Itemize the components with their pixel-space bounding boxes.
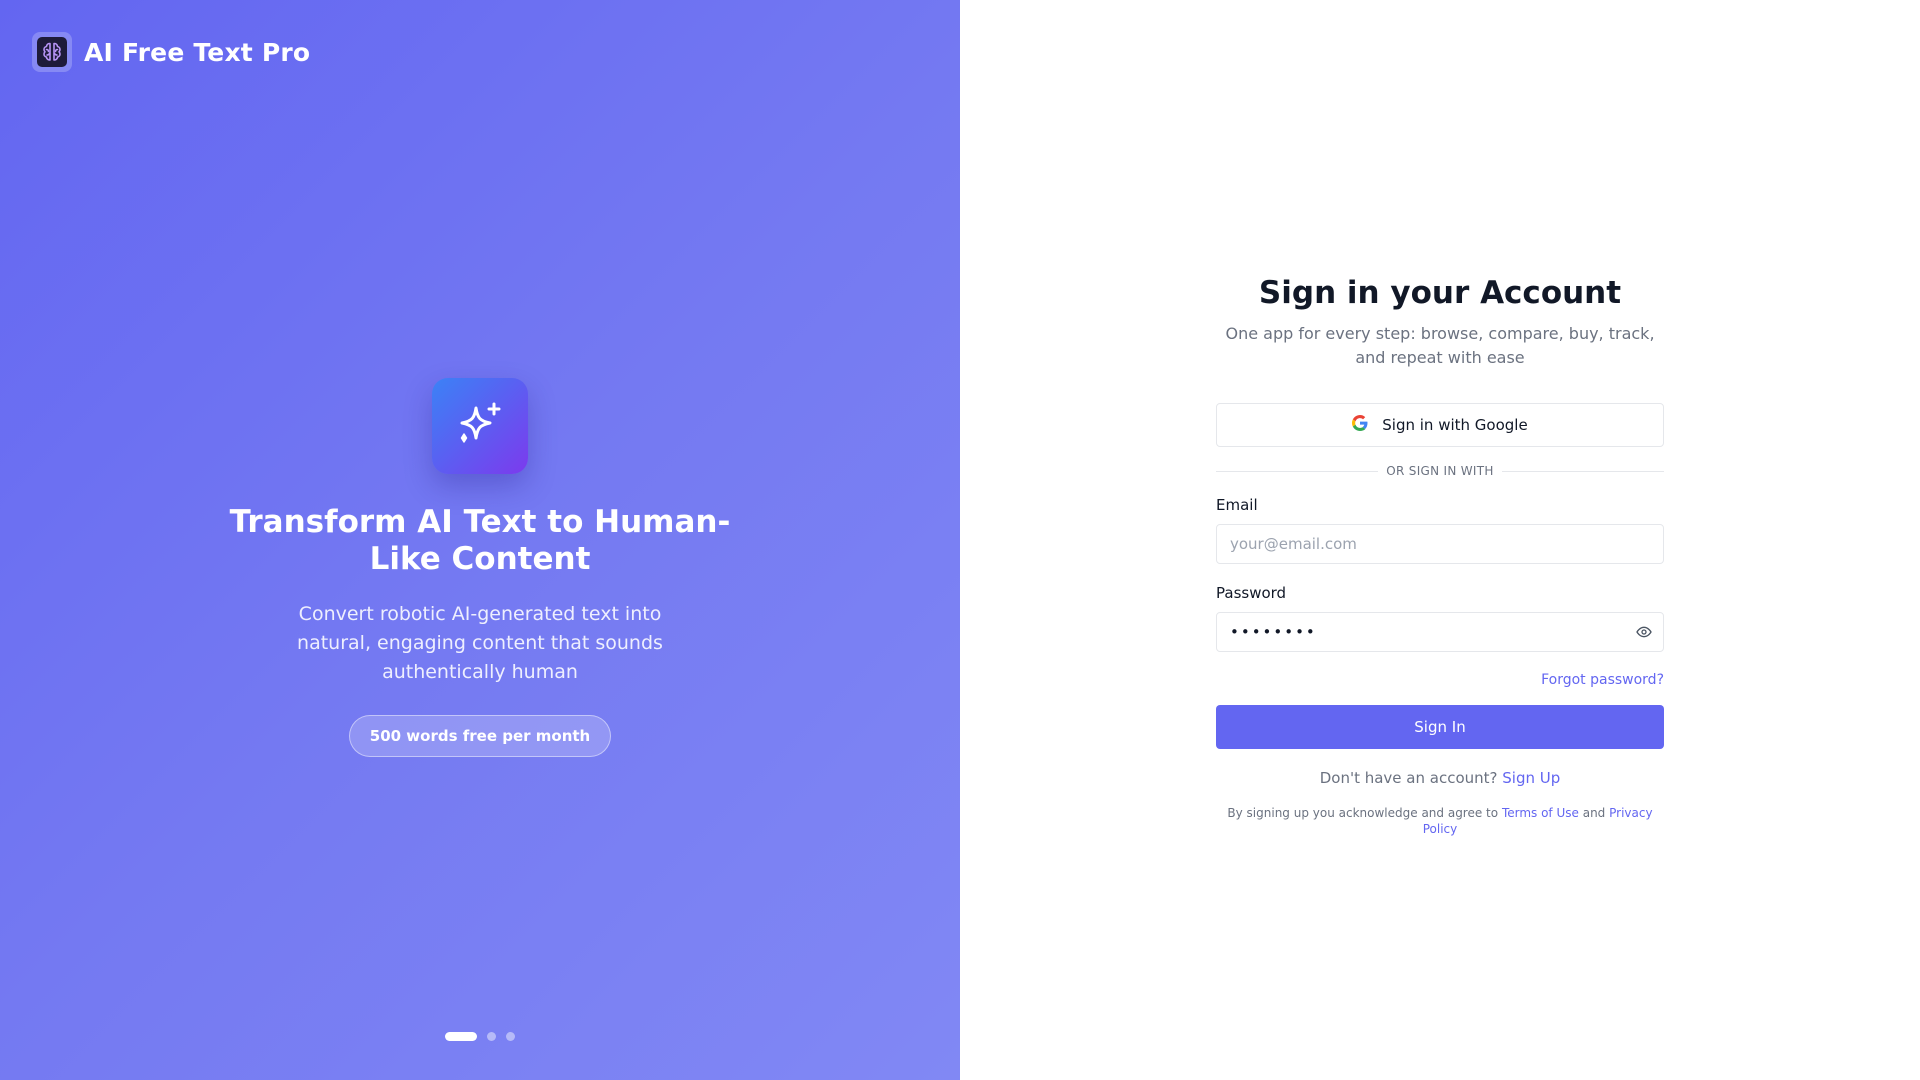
legal-and: and: [1582, 806, 1606, 820]
promo-panel: AI Free Text Pro Transform AI Text to Hu…: [0, 0, 960, 1080]
legal-text: By signing up you acknowledge and agree …: [1216, 805, 1664, 837]
password-field-group: Password: [1216, 584, 1664, 652]
password-input[interactable]: [1216, 612, 1664, 652]
email-field-group: Email: [1216, 496, 1664, 564]
legal-prefix: By signing up you acknowledge and agree …: [1227, 806, 1499, 820]
sparkles-icon: [432, 378, 528, 474]
free-words-badge: 500 words free per month: [348, 715, 612, 757]
password-label: Password: [1216, 584, 1287, 602]
divider-text: OR SIGN IN WITH: [1386, 464, 1494, 478]
signin-panel: Sign in your Account One app for every s…: [960, 0, 1920, 1080]
or-divider: OR SIGN IN WITH: [1216, 464, 1664, 478]
signin-form: Sign in your Account One app for every s…: [1216, 270, 1664, 837]
google-signin-button[interactable]: Sign in with Google: [1216, 403, 1664, 447]
carousel-dot-2[interactable]: [487, 1032, 496, 1041]
hero-title: Transform AI Text to Human-Like Content: [229, 504, 731, 577]
signup-link[interactable]: Sign Up: [1502, 769, 1560, 787]
email-input[interactable]: [1216, 524, 1664, 564]
google-signin-label: Sign in with Google: [1382, 416, 1528, 434]
brain-icon: [32, 32, 72, 72]
signin-page: AI Free Text Pro Transform AI Text to Hu…: [0, 0, 1920, 1080]
carousel-dot-3[interactable]: [506, 1032, 515, 1041]
carousel-indicator: [0, 1032, 960, 1041]
eye-icon[interactable]: [1634, 622, 1654, 642]
hero-description: Convert robotic AI-generated text into n…: [297, 603, 663, 683]
google-icon: [1352, 415, 1368, 435]
forgot-password-link[interactable]: Forgot password?: [1541, 672, 1664, 688]
signin-button[interactable]: Sign In: [1216, 705, 1664, 749]
signup-prompt-text: Don't have an account?: [1319, 769, 1498, 787]
email-label: Email: [1216, 496, 1258, 514]
hero: Transform AI Text to Human-Like Content …: [0, 378, 960, 757]
carousel-dot-1[interactable]: [445, 1032, 477, 1041]
signup-prompt: Don't have an account? Sign Up: [1216, 769, 1664, 787]
terms-link[interactable]: Terms of Use: [1502, 806, 1579, 820]
form-title: Sign in your Account: [1258, 275, 1622, 311]
form-subtitle: One app for every step: browse, compare,…: [1225, 324, 1655, 367]
brand-name: AI Free Text Pro: [84, 37, 311, 67]
brand[interactable]: AI Free Text Pro: [32, 32, 310, 72]
